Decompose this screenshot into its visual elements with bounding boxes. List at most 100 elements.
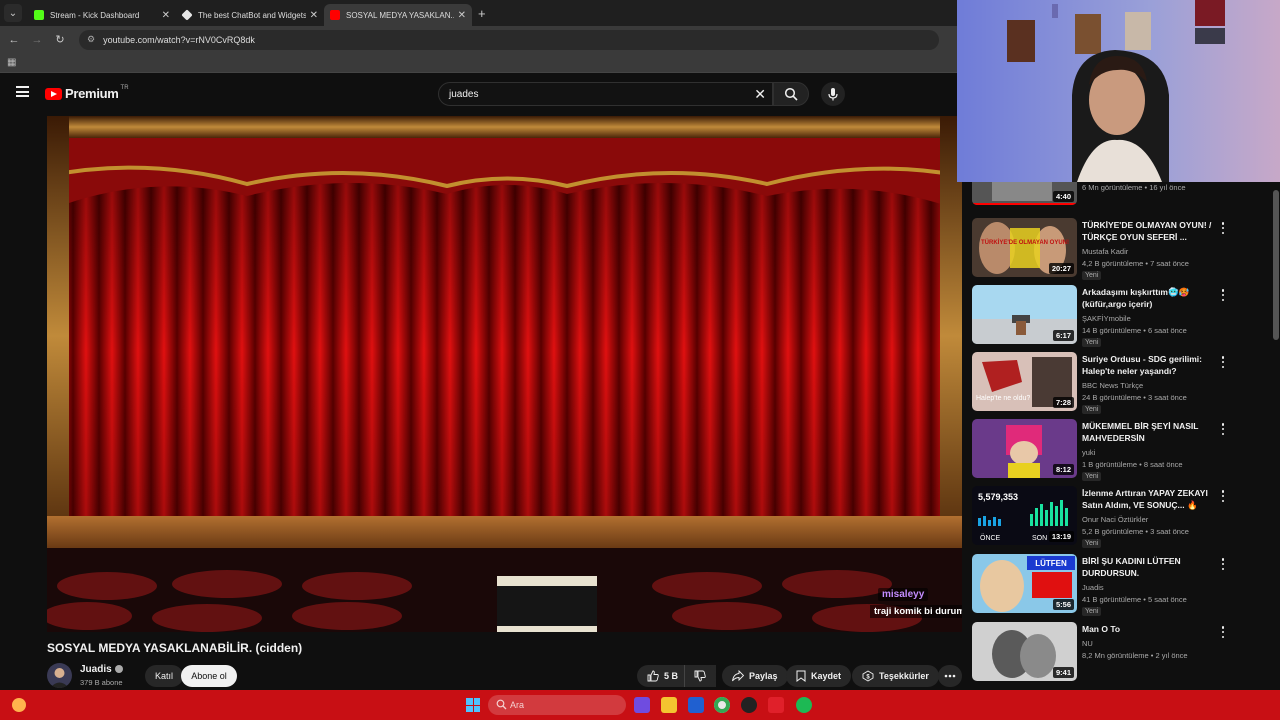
sidebar-scrollbar[interactable] xyxy=(1272,182,1280,690)
new-tab-icon[interactable]: + xyxy=(478,6,486,21)
duration-badge: 7:28 xyxy=(1052,397,1074,408)
save-button[interactable]: Kaydet xyxy=(786,665,852,687)
tab-chatbot[interactable]: The best ChatBot and Widgets ✕ xyxy=(176,4,324,26)
video-thumbnail[interactable]: 6:17 xyxy=(972,285,1077,344)
site-info-icon[interactable]: ⚙ xyxy=(87,34,95,45)
channel-name[interactable]: BBC News Türkçe xyxy=(1082,381,1143,390)
recommendation-title[interactable]: İzlenme Arttıran YAPAY ZEKAYI Satın Aldı… xyxy=(1082,488,1212,511)
more-vert-icon[interactable] xyxy=(1220,558,1226,570)
recommendation-title[interactable]: MÜKEMMEL BİR ŞEYİ NASIL MAHVEDERSİN xyxy=(1082,421,1212,444)
youtube-premium-logo[interactable]: Premium TR xyxy=(45,84,129,101)
youtube-header: Premium TR juades ✕ xyxy=(0,74,957,114)
close-icon[interactable]: ✕ xyxy=(458,10,466,21)
video-thumbnail[interactable]: LÜTFEN 5:56 xyxy=(972,554,1077,613)
tab-kick-dashboard[interactable]: Stream - Kick Dashboard ✕ xyxy=(28,4,176,26)
windows-taskbar: Ara xyxy=(0,690,1280,720)
search-button[interactable] xyxy=(773,82,809,106)
scrollbar-thumb[interactable] xyxy=(1273,190,1279,340)
weather-icon[interactable] xyxy=(12,698,26,712)
recommendation-item[interactable]: 5,579,353 ÖNCE SON 13:19 İzlenme Arttıra… xyxy=(972,486,1272,550)
recommendation-item[interactable]: 6:17 Arkadaşımı kışkırttım🥶🥵 (küfür,argo… xyxy=(972,285,1272,349)
tab-title: The best ChatBot and Widgets xyxy=(198,10,306,20)
recommendation-title[interactable]: Man O To xyxy=(1082,624,1212,636)
more-vert-icon[interactable] xyxy=(1220,490,1226,502)
view-info: 8,2 Mn görüntüleme • 2 yıl önce xyxy=(1082,651,1188,660)
share-button[interactable]: Paylaş xyxy=(722,665,788,687)
taskbar-search-input[interactable]: Ara xyxy=(488,695,626,715)
view-info: 41 B görüntüleme • 5 saat önce xyxy=(1082,595,1187,604)
thanks-label: Teşekkürler xyxy=(879,671,929,681)
url-field[interactable]: ⚙ youtube.com/watch?v=rNV0CvRQ8dk xyxy=(79,29,939,50)
video-thumbnail[interactable]: 9:41 xyxy=(972,622,1077,681)
more-vert-icon[interactable] xyxy=(1220,626,1226,638)
file-explorer-icon[interactable] xyxy=(661,697,677,713)
reload-icon[interactable]: ↻ xyxy=(52,33,68,46)
channel-name[interactable]: NU xyxy=(1082,639,1093,648)
video-thumbnail[interactable]: 5,579,353 ÖNCE SON 13:19 xyxy=(972,486,1077,545)
clear-search-icon[interactable]: ✕ xyxy=(754,86,766,103)
new-badge: Yeni xyxy=(1082,607,1102,616)
dislike-button[interactable] xyxy=(684,665,716,687)
recommendation-item[interactable]: 4:40 6 Mn görüntüleme • 16 yıl önce xyxy=(972,182,1272,210)
tab-youtube-video[interactable]: SOSYAL MEDYA YASAKLAN... ✕ xyxy=(324,4,472,26)
recommendation-item[interactable]: Halep'te ne oldu? 7:28 Suriye Ordusu - S… xyxy=(972,352,1272,416)
copilot-icon[interactable] xyxy=(634,697,650,713)
obs-icon[interactable] xyxy=(741,697,757,713)
theatre-stage-frame xyxy=(47,116,962,632)
recommendation-item[interactable]: 8:12 MÜKEMMEL BİR ŞEYİ NASIL MAHVEDERSİN… xyxy=(972,419,1272,483)
channel-name[interactable]: Juadis xyxy=(80,664,123,675)
search-input[interactable]: juades ✕ xyxy=(438,82,773,106)
video-title: SOSYAL MEDYA YASAKLANABİLİR. (cidden) xyxy=(47,641,303,655)
thanks-button[interactable]: $ Teşekkürler xyxy=(852,665,939,687)
voice-search-button[interactable] xyxy=(821,82,845,106)
channel-name[interactable]: Mustafa Kadir xyxy=(1082,247,1128,256)
recommendation-title[interactable]: Suriye Ordusu - SDG gerilimi: Halep'te n… xyxy=(1082,354,1212,377)
channel-name[interactable]: Onur Naci Öztürkler xyxy=(1082,515,1148,524)
menu-icon[interactable] xyxy=(16,86,29,97)
subscribe-button[interactable]: Abone ol xyxy=(181,665,237,687)
share-icon xyxy=(732,670,744,682)
video-thumbnail[interactable]: 8:12 xyxy=(972,419,1077,478)
webcam-feed-image xyxy=(957,0,1280,182)
more-vert-icon[interactable] xyxy=(1220,423,1226,435)
more-vert-icon[interactable] xyxy=(1220,222,1226,234)
chrome-icon[interactable] xyxy=(714,697,730,713)
youtube-app-icon[interactable] xyxy=(768,697,784,713)
channel-avatar[interactable] xyxy=(47,663,72,688)
video-thumbnail[interactable]: 4:40 xyxy=(972,182,1077,205)
close-icon[interactable]: ✕ xyxy=(310,10,318,21)
spotify-icon[interactable] xyxy=(796,697,812,713)
recommendation-title[interactable]: Arkadaşımı kışkırttım🥶🥵 (küfür,argo içer… xyxy=(1082,287,1212,310)
channel-name[interactable]: yuki xyxy=(1082,448,1095,457)
video-thumbnail[interactable]: Halep'te ne oldu? 7:28 xyxy=(972,352,1077,411)
save-label: Kaydet xyxy=(811,671,842,681)
duration-badge: 8:12 xyxy=(1052,464,1074,475)
recommendation-title[interactable]: BİRİ ŞU KADINI LÜTFEN DURDURSUN. xyxy=(1082,556,1212,579)
forward-icon[interactable]: → xyxy=(29,34,45,46)
channel-name-text: Juadis xyxy=(80,664,112,675)
channel-name[interactable]: ŞAKFİYmobile xyxy=(1082,314,1131,323)
new-badge: Yeni xyxy=(1082,472,1102,481)
more-actions-button[interactable] xyxy=(938,665,962,687)
more-vert-icon[interactable] xyxy=(1220,356,1226,368)
windows-start-icon[interactable] xyxy=(466,698,480,712)
duration-badge: 5:56 xyxy=(1052,599,1074,610)
microphone-icon xyxy=(828,88,838,101)
duration-badge: 4:40 xyxy=(1052,191,1074,202)
more-vert-icon[interactable] xyxy=(1220,289,1226,301)
apps-grid-icon[interactable]: ▦ xyxy=(7,57,16,68)
recommendation-item[interactable]: LÜTFEN 5:56 BİRİ ŞU KADINI LÜTFEN DURDUR… xyxy=(972,554,1272,618)
more-horizontal-icon xyxy=(944,674,956,678)
back-icon[interactable]: ← xyxy=(6,34,22,46)
recommendation-title[interactable]: TÜRKİYE'DE OLMAYAN OYUN! / TÜRKÇE OYUN S… xyxy=(1082,220,1212,243)
video-thumbnail[interactable]: TÜRKİYE'DE OLMAYAN OYUN! 20:27 xyxy=(972,218,1077,277)
join-button[interactable]: Katıl xyxy=(145,665,184,687)
close-icon[interactable]: ✕ xyxy=(162,10,170,21)
recommendation-item[interactable]: 9:41 Man O To NU 8,2 Mn görüntüleme • 2 … xyxy=(972,622,1272,686)
video-player[interactable] xyxy=(47,116,962,632)
recommendation-item[interactable]: TÜRKİYE'DE OLMAYAN OYUN! 20:27 TÜRKİYE'D… xyxy=(972,218,1272,282)
store-icon[interactable] xyxy=(688,697,704,713)
region-code: TR xyxy=(120,84,129,91)
channel-name[interactable]: Juadis xyxy=(1082,583,1104,592)
tab-search-icon[interactable]: ⌄ xyxy=(4,4,22,22)
